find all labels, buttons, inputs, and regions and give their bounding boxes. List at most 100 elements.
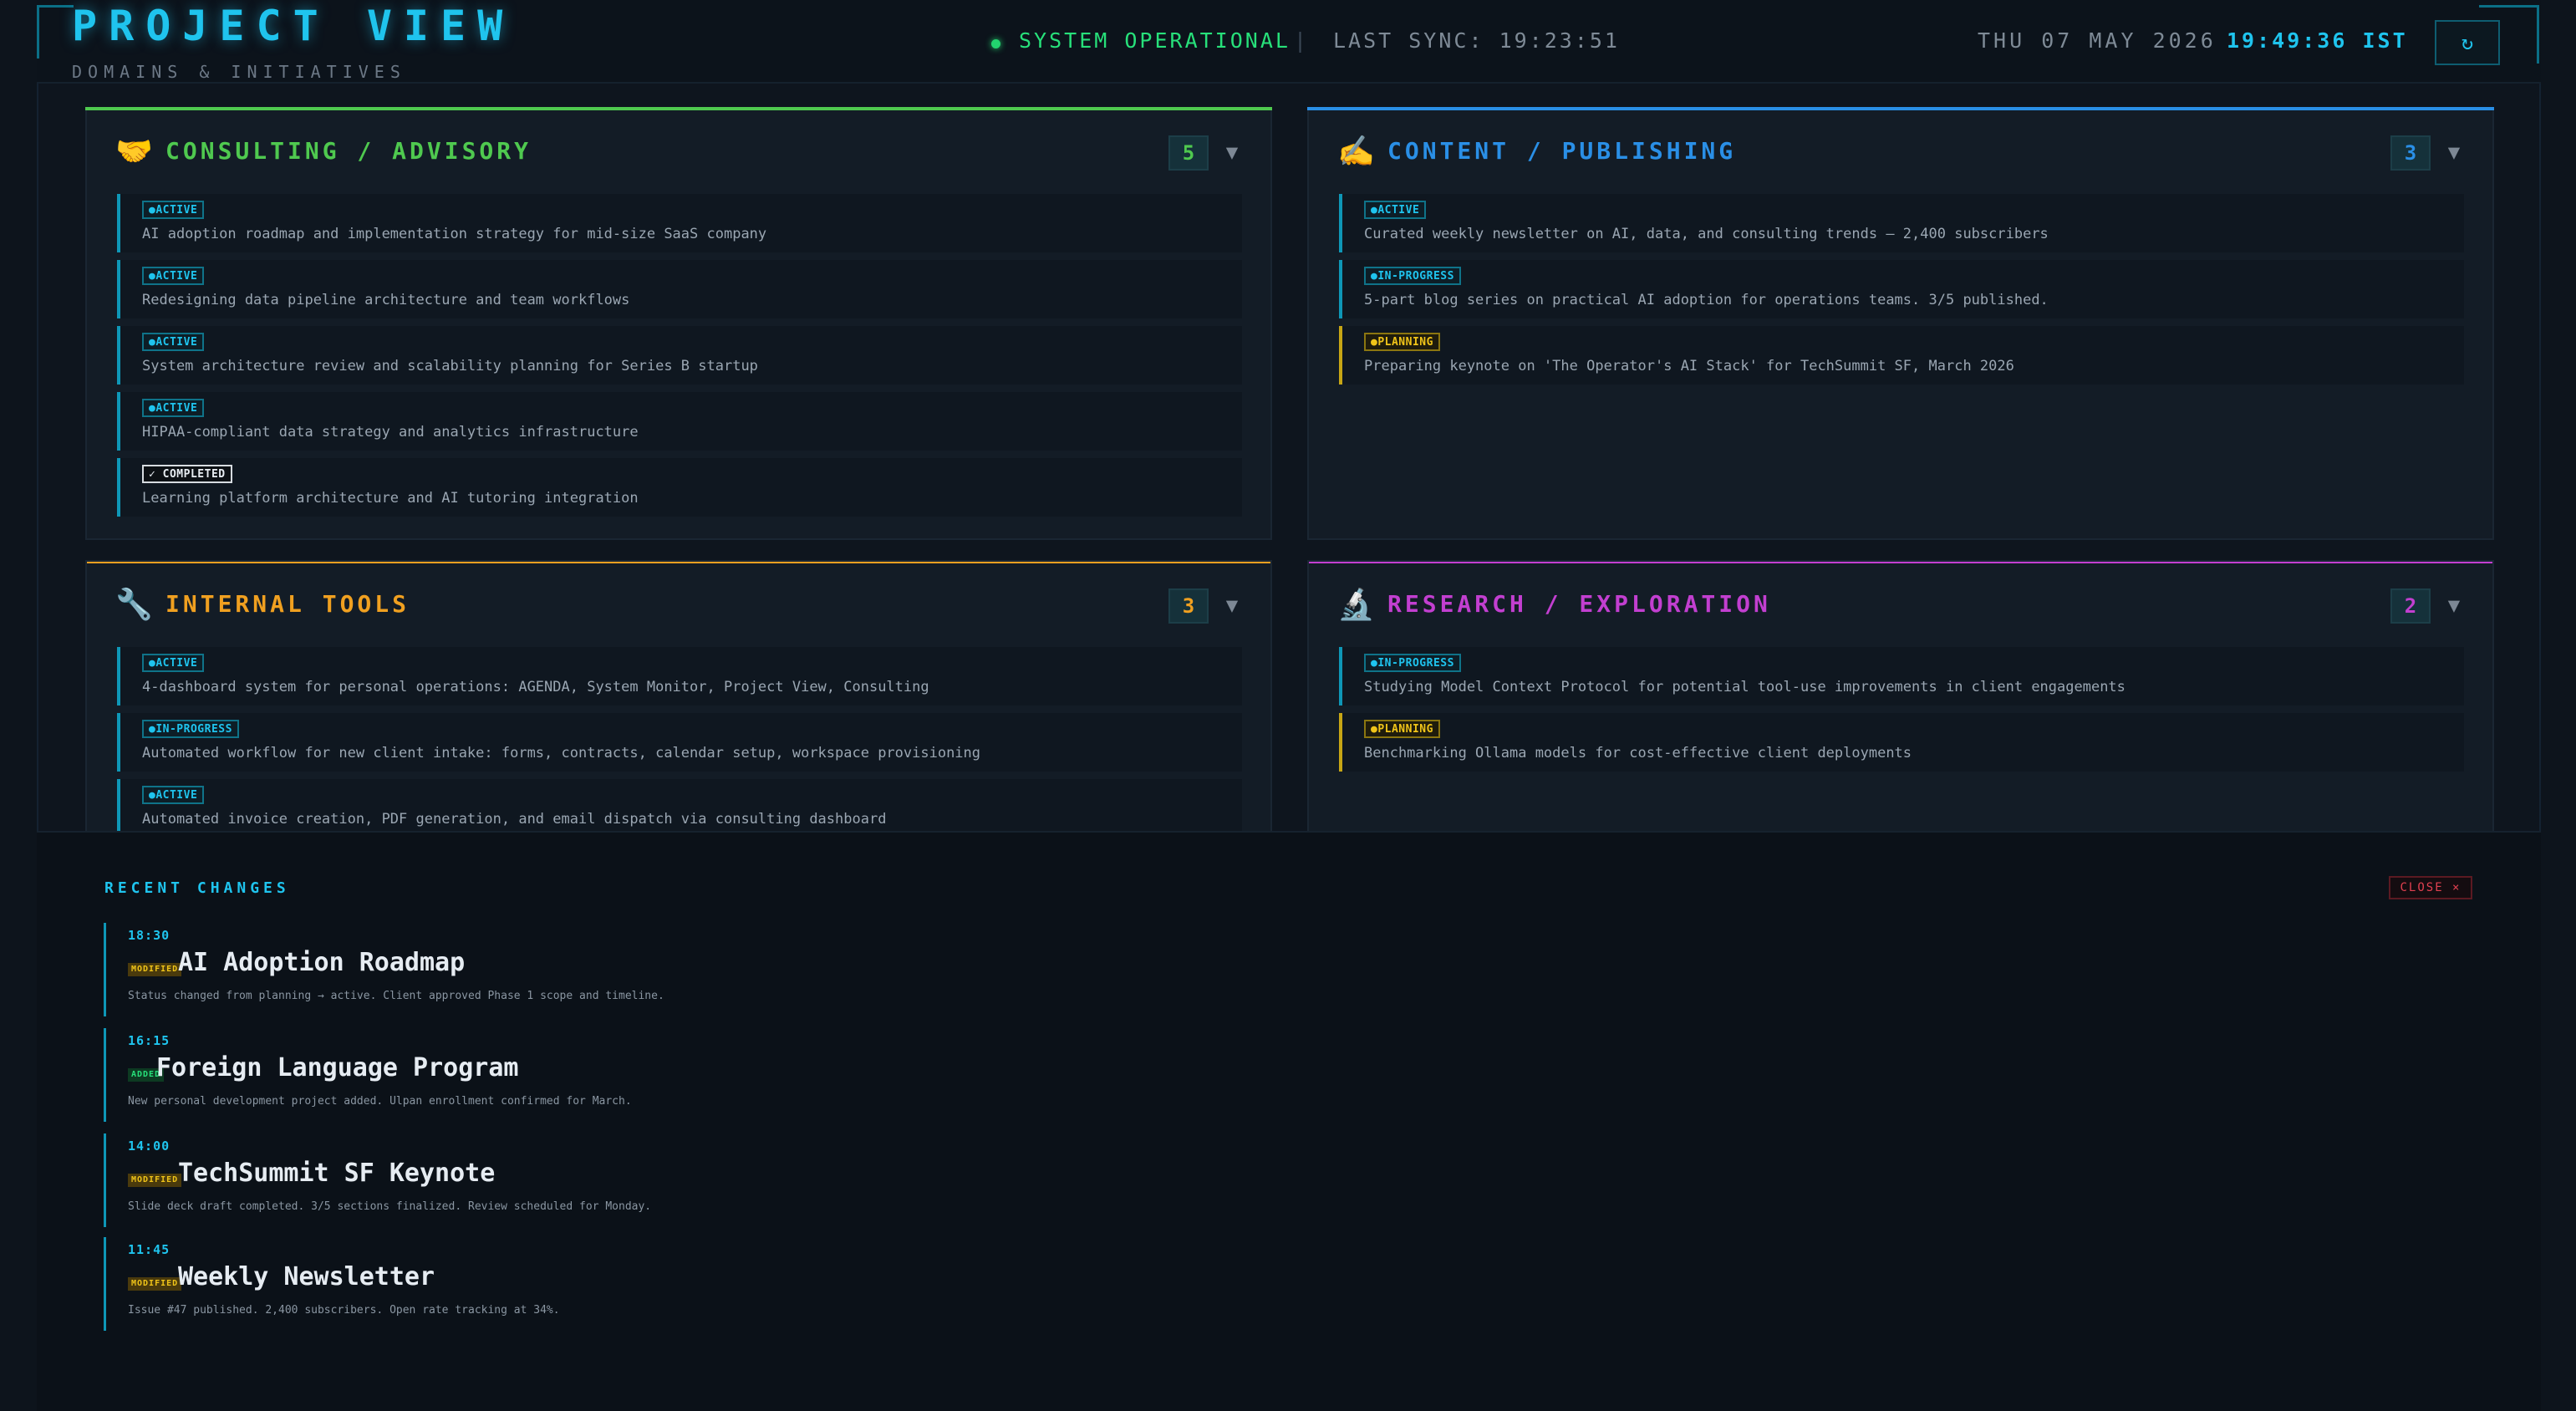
change-description: Issue #47 published. 2,400 subscribers. … bbox=[128, 1304, 560, 1317]
project-description: Preparing keynote on 'The Operator's AI … bbox=[1364, 358, 2014, 374]
writing-hand-icon: ✍️ bbox=[1337, 135, 1375, 169]
project-item[interactable]: ●ACTIVE HIPAA-compliant data strategy and… bbox=[117, 392, 1242, 451]
project-description: Curated weekly newsletter on AI, data, a… bbox=[1364, 226, 2049, 242]
change-description: Status changed from planning → active. C… bbox=[128, 990, 664, 1002]
change-project-name: AI Adoption Roadmap bbox=[178, 948, 466, 977]
count-badge: 3 bbox=[2390, 135, 2431, 171]
project-list: ●ACTIVE Curated weekly newsletter on AI, … bbox=[1339, 194, 2464, 392]
project-item[interactable]: ●PLANNING Benchmarking Ollama models for … bbox=[1339, 713, 2464, 772]
change-entry[interactable]: 16:15 ADDED Foreign Language Program New pe… bbox=[104, 1028, 1274, 1122]
project-description: System architecture review and scalabili… bbox=[142, 358, 758, 374]
panel-accent-line bbox=[1307, 107, 2494, 110]
status-badge: ✓ COMPLETED bbox=[142, 465, 232, 483]
change-description: Slide deck draft completed. 3/5 sections… bbox=[128, 1200, 652, 1213]
change-entry[interactable]: 14:00 MODIFIED TechSummit SF Keynote Slide … bbox=[104, 1133, 1274, 1227]
project-item[interactable]: ✓ COMPLETED Learning platform architectur… bbox=[117, 458, 1242, 517]
refresh-button[interactable]: ↻ bbox=[2435, 20, 2500, 65]
status-badge: ●ACTIVE bbox=[142, 333, 205, 351]
status-badge: ●IN-PROGRESS bbox=[1364, 654, 1461, 672]
project-item[interactable]: ●ACTIVE Automated invoice creation, PDF g… bbox=[117, 779, 1242, 831]
change-tag-badge: MODIFIED bbox=[128, 1174, 182, 1187]
domain-panel: 🤝 CONSULTING / ADVISORY 5 ▼ ●ACTIVE AI adopti… bbox=[85, 107, 1272, 540]
project-item[interactable]: ●ACTIVE Redesigning data pipeline archite… bbox=[117, 260, 1242, 318]
change-tag-badge: MODIFIED bbox=[128, 963, 182, 976]
project-item[interactable]: ●IN-PROGRESS Automated workflow for new c… bbox=[117, 713, 1242, 772]
chevron-down-icon[interactable]: ▼ bbox=[2444, 137, 2464, 167]
project-item[interactable]: ●ACTIVE 4-dashboard system for personal o… bbox=[117, 647, 1242, 706]
project-view-app: PROJECT VIEW DOMAINS & INITIATIVES SYSTE… bbox=[0, 0, 2576, 1411]
status-badge: ●PLANNING bbox=[1364, 333, 1440, 351]
close-button[interactable]: CLOSE × bbox=[2389, 876, 2472, 899]
change-project-name: TechSummit SF Keynote bbox=[178, 1159, 496, 1188]
page-title: PROJECT VIEW bbox=[72, 2, 515, 50]
change-project-name: Weekly Newsletter bbox=[178, 1262, 435, 1291]
status-badge: ●ACTIVE bbox=[1364, 201, 1427, 219]
change-time: 11:45 bbox=[128, 1242, 171, 1257]
status-badge: ●PLANNING bbox=[1364, 720, 1440, 738]
status-badge: ●ACTIVE bbox=[142, 267, 205, 285]
project-description: Benchmarking Ollama models for cost-effe… bbox=[1364, 745, 1912, 762]
project-item[interactable]: ●IN-PROGRESS Studying Model Context Proto… bbox=[1339, 647, 2464, 706]
project-description: Redesigning data pipeline architecture a… bbox=[142, 292, 630, 308]
project-description: Learning platform architecture and AI tu… bbox=[142, 490, 639, 507]
project-item[interactable]: ●PLANNING Preparing keynote on 'The Opera… bbox=[1339, 326, 2464, 385]
header-separator: | bbox=[1294, 28, 1307, 53]
domain-panel: ✍️ CONTENT / PUBLISHING 3 ▼ ●ACTIVE Curated w… bbox=[1307, 107, 2494, 540]
count-badge: 3 bbox=[1168, 588, 1209, 624]
project-description: HIPAA-compliant data strategy and analyt… bbox=[142, 424, 639, 441]
project-item[interactable]: ●ACTIVE Curated weekly newsletter on AI, … bbox=[1339, 194, 2464, 252]
last-sync: LAST SYNC: 19:23:51 bbox=[1333, 28, 1620, 53]
change-entry[interactable]: 11:45 MODIFIED Weekly Newsletter Issue #47 … bbox=[104, 1237, 1274, 1331]
project-description: 5-part blog series on practical AI adopt… bbox=[1364, 292, 2049, 308]
panel-title: CONTENT / PUBLISHING bbox=[1387, 137, 1737, 165]
microscope-icon: 🔬 bbox=[1337, 588, 1375, 622]
panel-accent-line bbox=[87, 562, 1270, 563]
project-list: ●ACTIVE 4-dashboard system for personal o… bbox=[117, 647, 1242, 831]
project-item[interactable]: ●IN-PROGRESS 5-part blog series on practi… bbox=[1339, 260, 2464, 318]
change-time: 14:00 bbox=[128, 1138, 171, 1154]
project-description: AI adoption roadmap and implementation s… bbox=[142, 226, 767, 242]
panel-title: RESEARCH / EXPLORATION bbox=[1387, 590, 1771, 618]
panel-title: CONSULTING / ADVISORY bbox=[165, 137, 532, 165]
corner-bracket-decoration bbox=[37, 5, 74, 59]
wrench-icon: 🔧 bbox=[115, 588, 153, 622]
change-entry[interactable]: 18:30 MODIFIED AI Adoption Roadmap Status c… bbox=[104, 923, 1274, 1016]
system-status: SYSTEM OPERATIONAL bbox=[1019, 28, 1291, 53]
change-description: New personal development project added. … bbox=[128, 1095, 632, 1108]
project-description: Automated workflow for new client intake… bbox=[142, 745, 981, 762]
count-badge: 5 bbox=[1168, 135, 1209, 171]
project-item[interactable]: ●ACTIVE AI adoption roadmap and implement… bbox=[117, 194, 1242, 252]
status-badge: ●IN-PROGRESS bbox=[142, 720, 239, 738]
chevron-down-icon[interactable]: ▼ bbox=[1222, 590, 1242, 620]
change-time: 18:30 bbox=[128, 928, 171, 943]
status-badge: ●ACTIVE bbox=[142, 654, 205, 672]
domain-panel: 🔧 INTERNAL TOOLS 3 ▼ ●ACTIVE 4-dashboard syst… bbox=[85, 560, 1272, 833]
chevron-down-icon[interactable]: ▼ bbox=[2444, 590, 2464, 620]
status-badge: ●ACTIVE bbox=[142, 399, 205, 417]
status-dot-icon bbox=[991, 39, 1000, 48]
status-badge: ●ACTIVE bbox=[142, 786, 205, 804]
page-subtitle: DOMAINS & INITIATIVES bbox=[72, 62, 406, 82]
current-time: 19:49:36 IST bbox=[2227, 28, 2408, 53]
count-badge: 2 bbox=[2390, 588, 2431, 624]
status-badge: ●ACTIVE bbox=[142, 201, 205, 219]
change-project-name: Foreign Language Program bbox=[156, 1053, 519, 1082]
recent-changes-title: RECENT CHANGES bbox=[104, 879, 290, 897]
panel-title: INTERNAL TOOLS bbox=[165, 590, 410, 618]
project-item[interactable]: ●ACTIVE System architecture review and sc… bbox=[117, 326, 1242, 385]
panel-accent-line bbox=[85, 107, 1272, 110]
change-time: 16:15 bbox=[128, 1033, 171, 1048]
project-description: Studying Model Context Protocol for pote… bbox=[1364, 679, 2125, 695]
current-date: THU 07 MAY 2026 bbox=[1978, 28, 2217, 53]
project-description: 4-dashboard system for personal operatio… bbox=[142, 679, 929, 695]
project-list: ●ACTIVE AI adoption roadmap and implement… bbox=[117, 194, 1242, 524]
project-list: ●IN-PROGRESS Studying Model Context Proto… bbox=[1339, 647, 2464, 779]
handshake-icon: 🤝 bbox=[115, 135, 153, 169]
panel-accent-line bbox=[1309, 562, 2492, 563]
status-badge: ●IN-PROGRESS bbox=[1364, 267, 1461, 285]
project-description: Automated invoice creation, PDF generati… bbox=[142, 811, 887, 828]
domain-panel: 🔬 RESEARCH / EXPLORATION 2 ▼ ●IN-PROGRESS Stu… bbox=[1307, 560, 2494, 833]
change-tag-badge: MODIFIED bbox=[128, 1277, 182, 1291]
chevron-down-icon[interactable]: ▼ bbox=[1222, 137, 1242, 167]
refresh-icon: ↻ bbox=[2461, 31, 2474, 54]
